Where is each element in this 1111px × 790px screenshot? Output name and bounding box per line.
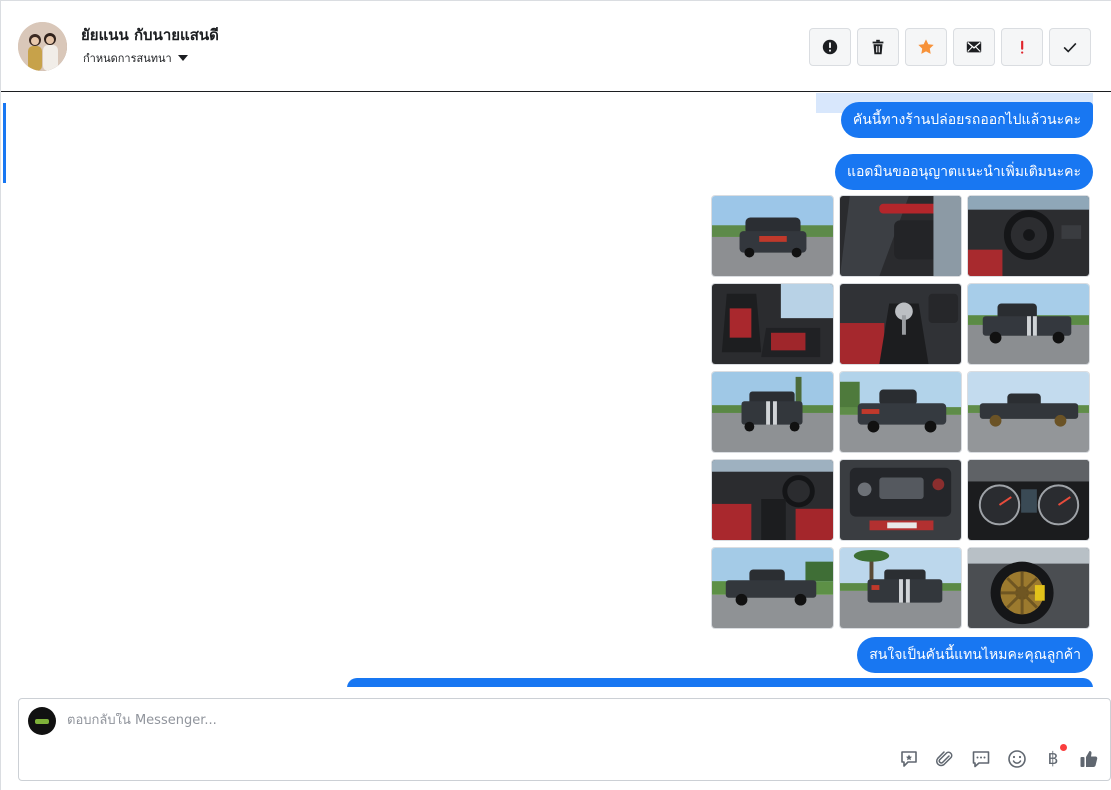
conversation-header: ยัยแนน กับนายแสนดี กำหนดการสนทนา xyxy=(1,1,1111,92)
notification-dot xyxy=(1060,744,1067,751)
smiley-icon xyxy=(1008,750,1026,768)
photo-thumbnail[interactable] xyxy=(711,459,834,541)
saved-reply-icon xyxy=(901,751,917,767)
mark-unread-button[interactable] xyxy=(953,28,995,66)
photo-grid xyxy=(711,195,1091,629)
trash-icon xyxy=(872,39,884,55)
message-bubble-partial[interactable] xyxy=(347,678,1093,687)
photo-thumbnail[interactable] xyxy=(839,283,962,365)
like-button[interactable] xyxy=(1078,748,1100,770)
photo-thumbnail[interactable] xyxy=(967,283,1090,365)
paperclip-icon xyxy=(936,751,953,767)
conversation-panel: ยัยแนน กับนายแสนดี กำหนดการสนทนา คันนี้ท… xyxy=(0,0,1111,790)
message-bubble[interactable]: สนใจเป็นคันนี้แทนไหมคะคุณลูกค้า xyxy=(857,637,1093,673)
star-icon xyxy=(918,39,934,54)
conversation-actions xyxy=(809,28,1091,66)
star-button[interactable] xyxy=(905,28,947,66)
photo-thumbnail[interactable] xyxy=(711,283,834,365)
assign-conversation[interactable]: กำหนดการสนทนา xyxy=(83,49,188,67)
payment-button[interactable]: ฿ xyxy=(1042,744,1067,770)
photo-thumbnail[interactable] xyxy=(839,371,962,453)
page-logo-mark xyxy=(35,718,49,724)
photo-thumbnail[interactable] xyxy=(711,195,834,277)
report-spam-button[interactable] xyxy=(809,28,851,66)
follow-up-button[interactable] xyxy=(1001,28,1043,66)
mark-done-button[interactable] xyxy=(1049,28,1091,66)
photo-thumbnail[interactable] xyxy=(967,371,1090,453)
photo-thumbnail[interactable] xyxy=(711,371,834,453)
caret-down-icon[interactable] xyxy=(177,55,188,61)
assign-conversation-label: กำหนดการสนทนา xyxy=(83,52,172,65)
delete-button[interactable] xyxy=(857,28,899,66)
checkmark-icon xyxy=(1063,42,1077,53)
photo-thumbnail[interactable] xyxy=(967,459,1090,541)
message-thread[interactable]: คันนี้ทางร้านปล่อยรถออกไปแล้วนะคะ แอดมิน… xyxy=(1,93,1111,687)
contact-avatar[interactable] xyxy=(18,22,67,71)
message-template-button[interactable] xyxy=(970,748,992,770)
composer-toolbar: ฿ xyxy=(898,744,1100,770)
photo-thumbnail[interactable] xyxy=(967,195,1090,277)
emoji-button[interactable] xyxy=(1006,748,1028,770)
saved-reply-button[interactable] xyxy=(898,748,920,770)
message-bubble[interactable]: แอดมินขออนุญาตแนะนำเพิ่มเติมนะคะ xyxy=(834,154,1093,190)
contact-name: ยัยแนน กับนายแสนดี xyxy=(81,26,219,44)
photo-thumbnail[interactable] xyxy=(711,547,834,629)
photo-thumbnail[interactable] xyxy=(839,547,962,629)
message-bubble[interactable]: คันนี้ทางร้านปล่อยรถออกไปแล้วนะคะ xyxy=(840,102,1093,138)
chat-bubble-icon xyxy=(972,751,990,768)
photo-thumbnail[interactable] xyxy=(839,459,962,541)
photo-thumbnail[interactable] xyxy=(839,195,962,277)
thumbs-up-icon xyxy=(1080,751,1098,767)
baht-icon: ฿ xyxy=(1047,749,1059,769)
page-avatar xyxy=(28,707,56,735)
exclamation-icon xyxy=(1021,40,1024,54)
reply-composer: ฿ xyxy=(18,698,1111,781)
envelope-icon xyxy=(966,41,982,53)
photo-thumbnail[interactable] xyxy=(967,547,1090,629)
reply-input[interactable] xyxy=(67,713,967,728)
attach-button[interactable] xyxy=(934,748,956,770)
alert-circle-icon xyxy=(822,39,838,55)
